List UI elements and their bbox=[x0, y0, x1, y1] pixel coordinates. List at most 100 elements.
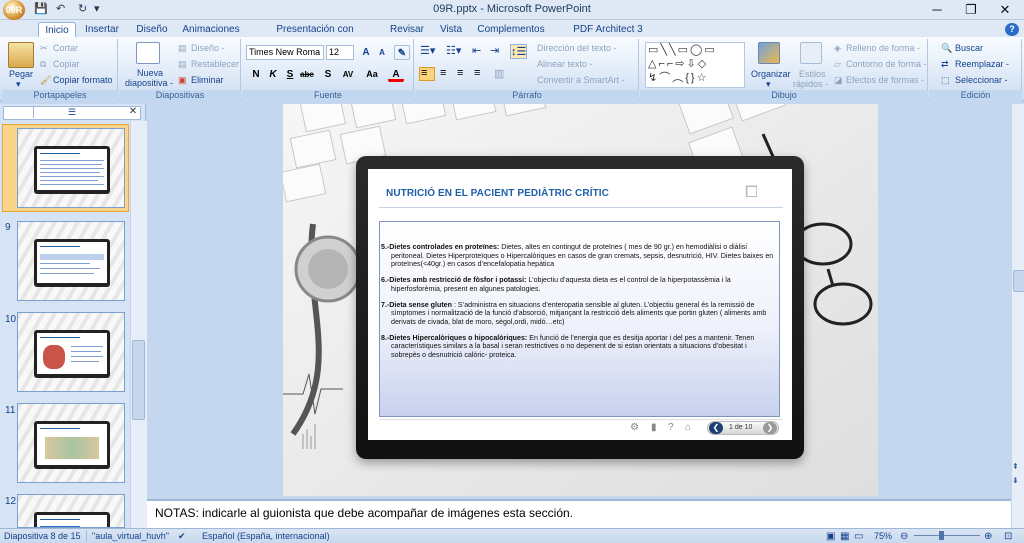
numbering-icon[interactable]: ☷▾ bbox=[446, 44, 461, 57]
decrease-indent-icon[interactable]: ⇤ bbox=[472, 44, 481, 57]
sorter-view-icon[interactable]: ▦ bbox=[840, 531, 849, 542]
underline-button[interactable]: S bbox=[282, 67, 298, 82]
smartart-button[interactable]: Convertir a SmartArt - bbox=[537, 75, 625, 85]
slide-thumbnail-12[interactable] bbox=[17, 494, 125, 528]
tab-animaciones[interactable]: Animaciones bbox=[180, 22, 242, 38]
shape-outline-button[interactable]: Contorno de forma - bbox=[846, 59, 927, 69]
shape-effects-button[interactable]: Efectos de formas - bbox=[846, 75, 924, 85]
shape-effects-icon[interactable]: ◪ bbox=[834, 75, 843, 86]
tab-outline[interactable]: ☰ bbox=[60, 107, 84, 118]
tab-pdf-architect[interactable]: PDF Architect 3 Creator bbox=[556, 22, 660, 50]
notebook-icon[interactable]: ▮ bbox=[651, 422, 657, 433]
minimize-button[interactable]: ─ bbox=[920, 0, 954, 20]
status-language[interactable]: Español (España, internacional) bbox=[202, 531, 330, 541]
restore-button[interactable]: ❐ bbox=[954, 0, 988, 20]
shadow-button[interactable]: S bbox=[320, 67, 336, 82]
bold-button[interactable]: N bbox=[248, 67, 264, 82]
slide-thumbnail-10[interactable] bbox=[17, 312, 125, 392]
shrink-font-button[interactable]: A bbox=[374, 45, 390, 60]
help-icon[interactable]: ? bbox=[1005, 23, 1019, 36]
zoom-level[interactable]: 75% bbox=[874, 531, 892, 541]
select-button[interactable]: Seleccionar - bbox=[955, 75, 1008, 85]
reset-button[interactable]: Restablecer bbox=[191, 59, 239, 69]
italic-button[interactable]: K bbox=[265, 67, 281, 82]
bullets-icon[interactable]: ☰▾ bbox=[420, 44, 435, 57]
columns-icon[interactable]: ▥ bbox=[494, 67, 504, 80]
shape-fill-button[interactable]: Relleno de forma - bbox=[846, 43, 920, 53]
cut-button[interactable]: Cortar bbox=[53, 43, 78, 53]
fit-window-icon[interactable]: ⊡ bbox=[1004, 531, 1012, 542]
quick-styles-label[interactable]: rápidos - bbox=[793, 79, 828, 89]
delete-button[interactable]: Eliminar bbox=[191, 75, 224, 85]
tab-vista[interactable]: Vista bbox=[434, 22, 468, 38]
quick-styles-button[interactable]: Estilos bbox=[799, 69, 826, 79]
tab-complementos[interactable]: Complementos bbox=[476, 22, 546, 38]
slide-scroll-thumb[interactable] bbox=[1013, 270, 1024, 292]
grow-font-button[interactable]: A bbox=[358, 45, 374, 60]
tab-inicio[interactable]: Inicio bbox=[38, 22, 76, 38]
find-button[interactable]: Buscar bbox=[955, 43, 983, 53]
format-painter-button[interactable]: Copiar formato bbox=[53, 75, 113, 85]
tab-slides[interactable] bbox=[10, 107, 34, 118]
zoom-slider-thumb[interactable] bbox=[939, 531, 944, 540]
close-button[interactable]: ✕ bbox=[988, 0, 1022, 20]
strikethrough-button[interactable]: abe bbox=[299, 67, 315, 82]
font-size-combo[interactable]: 12 bbox=[326, 45, 354, 60]
spellcheck-icon[interactable]: ✔ bbox=[178, 531, 186, 542]
next-slide-icon[interactable]: ⇟ bbox=[1012, 476, 1019, 485]
copy-icon[interactable]: ⧉ bbox=[40, 59, 46, 70]
find-icon[interactable]: 🔍 bbox=[941, 43, 952, 54]
slideshow-view-icon[interactable]: ▭ bbox=[854, 531, 863, 542]
status-theme[interactable]: "aula_virtual_huvh" bbox=[92, 531, 169, 541]
align-text-button[interactable]: Alinear texto - bbox=[537, 59, 593, 69]
increase-indent-icon[interactable]: ⇥ bbox=[490, 44, 499, 57]
paste-dropdown-icon[interactable]: ▾ bbox=[16, 79, 21, 90]
slide-thumbnail-11[interactable] bbox=[17, 403, 125, 483]
line-spacing-icon[interactable]: ↕☰ bbox=[510, 44, 528, 59]
zoom-out-icon[interactable]: ⊖ bbox=[900, 531, 908, 542]
paste-button[interactable]: Pegar bbox=[9, 69, 33, 79]
tab-presentacion[interactable]: Presentación con diapositivas bbox=[250, 22, 380, 50]
align-right-icon[interactable]: ≡ bbox=[457, 67, 463, 79]
tab-insertar[interactable]: Insertar bbox=[80, 22, 124, 38]
justify-icon[interactable]: ≡ bbox=[474, 67, 480, 79]
panel-scrollbar[interactable] bbox=[130, 121, 147, 528]
zoom-slider[interactable] bbox=[914, 535, 980, 536]
reset-icon[interactable]: ▤ bbox=[178, 59, 187, 70]
replace-icon[interactable]: ⇄ bbox=[941, 59, 949, 70]
copy-button[interactable]: Copiar bbox=[53, 59, 80, 69]
arrange-icon[interactable] bbox=[758, 42, 780, 64]
shapes-row-1-icon[interactable]: ▭╲╲▭◯▭ bbox=[648, 45, 717, 56]
select-icon[interactable]: ⬚ bbox=[941, 75, 950, 86]
paste-icon[interactable] bbox=[8, 42, 34, 68]
tab-diseno[interactable]: Diseño bbox=[130, 22, 174, 38]
align-center-icon[interactable]: ≡ bbox=[440, 67, 446, 79]
slide-thumbnail-8[interactable] bbox=[17, 128, 125, 208]
font-name-combo[interactable]: Times New Roma bbox=[246, 45, 324, 60]
prev-arrow-icon[interactable]: ❮ bbox=[709, 422, 723, 434]
slide-canvas[interactable]: NUTRICIÓ EN EL PACIENT PEDIÀTRIC CRÍTIC … bbox=[283, 104, 878, 496]
arrange-dropdown-icon[interactable]: ▾ bbox=[766, 79, 771, 90]
font-color-button[interactable]: A bbox=[388, 67, 404, 82]
tab-revisar[interactable]: Revisar bbox=[386, 22, 428, 38]
clear-format-button[interactable]: ✎ bbox=[394, 45, 410, 60]
replace-button[interactable]: Reemplazar - bbox=[955, 59, 1009, 69]
shape-outline-icon[interactable]: ▱ bbox=[834, 59, 841, 70]
layout-icon[interactable]: ▤ bbox=[178, 43, 187, 54]
home-icon[interactable]: ⌂ bbox=[685, 422, 691, 433]
arrange-button[interactable]: Organizar bbox=[751, 69, 791, 79]
slide-thumbnail-9[interactable] bbox=[17, 221, 125, 301]
cut-icon[interactable]: ✂ bbox=[40, 43, 48, 54]
zoom-in-icon[interactable]: ⊕ bbox=[984, 531, 992, 542]
shapes-row-2-icon[interactable]: △⌐⌐⇨⇩◇ bbox=[648, 59, 708, 70]
delete-icon[interactable]: ▣ bbox=[178, 75, 187, 86]
new-slide-label[interactable]: diapositiva - bbox=[125, 78, 173, 88]
format-painter-icon[interactable]: 🖌 bbox=[40, 75, 51, 86]
text-direction-button[interactable]: Dirección del texto - bbox=[537, 43, 617, 53]
new-slide-button[interactable]: Nueva bbox=[137, 68, 163, 78]
panel-scroll-thumb[interactable] bbox=[132, 340, 145, 420]
shapes-row-3-icon[interactable]: ↯⌒︵{}☆ bbox=[648, 73, 708, 84]
layout-button[interactable]: Diseño - bbox=[191, 43, 225, 53]
change-case-button[interactable]: Aa bbox=[362, 67, 382, 82]
normal-view-icon[interactable]: ▣ bbox=[826, 531, 835, 542]
